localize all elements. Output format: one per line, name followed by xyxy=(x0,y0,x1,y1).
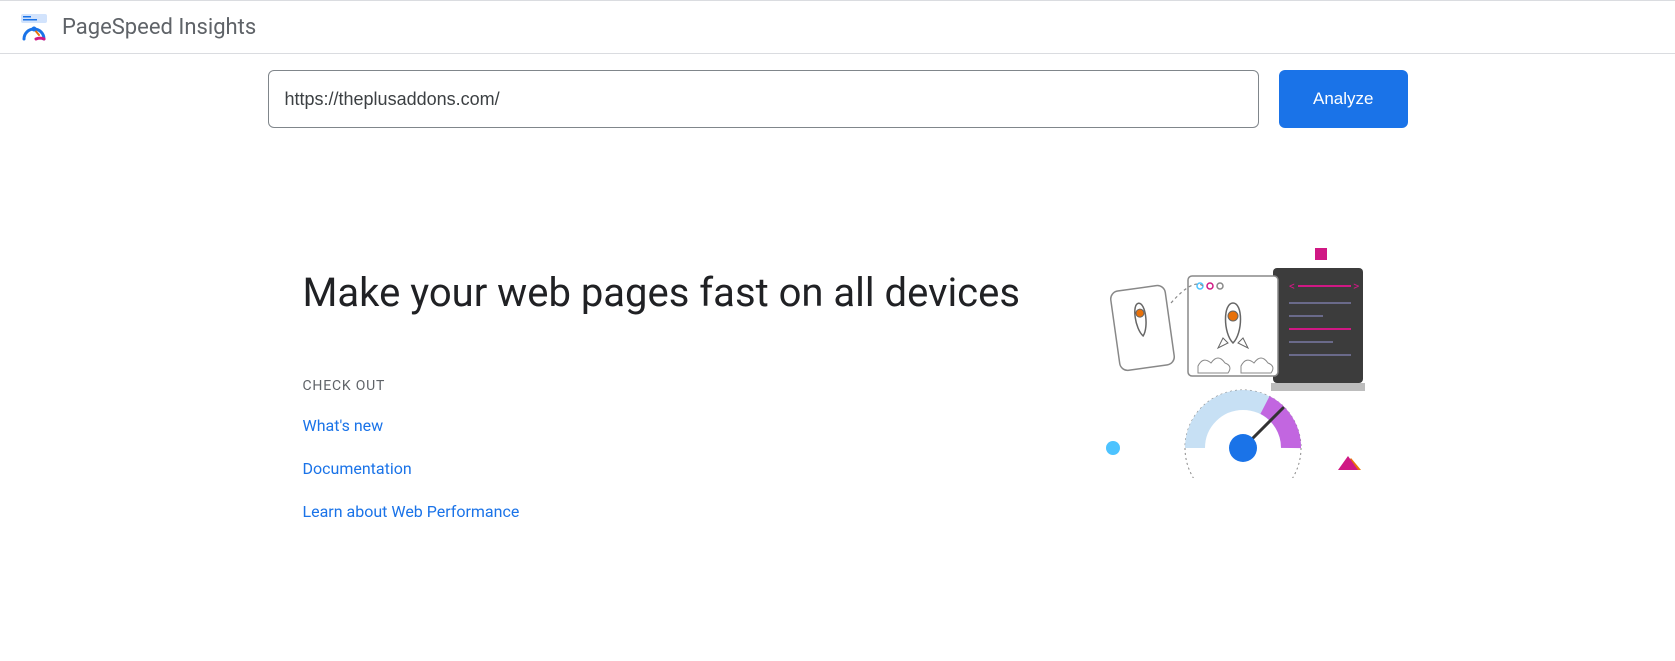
hero-heading: Make your web pages fast on all devices xyxy=(303,268,1033,318)
pagespeed-logo-icon xyxy=(20,13,48,41)
checkout-label: CHECK OUT xyxy=(303,378,1033,394)
product-title: PageSpeed Insights xyxy=(62,15,256,40)
header-bar: PageSpeed Insights xyxy=(0,0,1675,54)
list-item: What's new xyxy=(303,416,1033,435)
main-text: Make your web pages fast on all devices … xyxy=(303,268,1033,545)
analyze-button[interactable]: Analyze xyxy=(1279,70,1407,128)
link-list: What's new Documentation Learn about Web… xyxy=(303,416,1033,521)
search-row: Analyze xyxy=(248,70,1428,128)
list-item: Learn about Web Performance xyxy=(303,502,1033,521)
hero-illustration: < > xyxy=(1093,248,1373,478)
list-item: Documentation xyxy=(303,459,1033,478)
svg-text:<: < xyxy=(1289,279,1295,293)
svg-text:>: > xyxy=(1353,279,1359,293)
url-input[interactable] xyxy=(268,70,1260,128)
documentation-link[interactable]: Documentation xyxy=(303,459,412,478)
whats-new-link[interactable]: What's new xyxy=(303,416,384,435)
main-content: Make your web pages fast on all devices … xyxy=(283,268,1393,545)
web-performance-link[interactable]: Learn about Web Performance xyxy=(303,502,520,521)
